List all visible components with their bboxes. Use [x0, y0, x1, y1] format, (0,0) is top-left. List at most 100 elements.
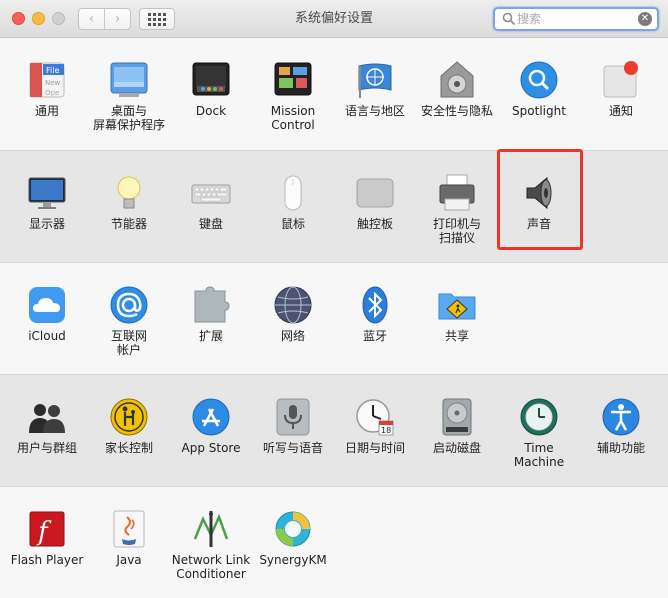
pref-security-privacy-label: 安全性与隐私 — [420, 104, 493, 118]
keyboard-icon — [191, 184, 231, 204]
back-button[interactable]: ‹ — [79, 9, 104, 29]
pref-dock[interactable]: Dock — [170, 50, 252, 140]
mission-control-icon — [274, 62, 312, 96]
pref-flash-player-label: Flash Player — [10, 553, 84, 567]
printers-scanners-icon — [439, 174, 475, 211]
pref-extensions-label: 扩展 — [198, 329, 223, 343]
users-groups-icon — [29, 404, 65, 433]
time-machine-icon — [520, 398, 558, 436]
pref-startup-disk[interactable]: 启动磁盘 — [416, 387, 498, 477]
toolbar: ‹ › 系统偏好设置 ✕ — [0, 0, 668, 38]
pref-energy-saver[interactable]: 节能器 — [88, 163, 170, 253]
pref-accessibility[interactable]: 辅助功能 — [580, 387, 662, 477]
security-privacy-icon — [440, 61, 474, 98]
pref-notifications[interactable]: 通知 — [580, 50, 662, 140]
chevron-left-icon: ‹ — [88, 11, 95, 27]
pref-time-machine[interactable]: Time Machine — [498, 387, 580, 477]
pref-synergykm[interactable]: SynergyKM — [252, 499, 334, 589]
flash-player-icon: f — [29, 511, 65, 547]
pref-mission-control[interactable]: Mission Control — [252, 50, 334, 140]
pref-trackpad[interactable]: 触控板 — [334, 163, 416, 253]
accessibility-icon — [602, 398, 640, 436]
pref-icloud[interactable]: iCloud — [6, 275, 88, 365]
pref-users-groups[interactable]: 用户与群组 — [6, 387, 88, 477]
spotlight-icon — [520, 61, 558, 99]
search-input[interactable] — [517, 10, 635, 28]
pref-java-label: Java — [116, 553, 142, 567]
search-field[interactable]: ✕ — [493, 7, 659, 31]
date-time-icon: 18 — [356, 399, 394, 436]
minimize-window-button[interactable] — [32, 12, 45, 25]
pref-security-privacy[interactable]: 安全性与隐私 — [416, 50, 498, 140]
trackpad-icon — [356, 178, 394, 208]
synergykm-icon — [275, 511, 311, 547]
desktop-screensaver-icon — [110, 62, 148, 97]
clear-search-button[interactable]: ✕ — [638, 12, 652, 26]
pref-parental-controls[interactable]: 家长控制 — [88, 387, 170, 477]
pref-internet-accounts-label: 互联网 帐户 — [110, 329, 147, 357]
pref-energy-saver-label: 节能器 — [110, 217, 147, 231]
forward-button[interactable]: › — [104, 9, 130, 29]
pref-mission-control-label: Mission Control — [270, 104, 316, 132]
pref-flash-player[interactable]: f Flash Player — [6, 499, 88, 589]
pref-bluetooth[interactable]: 蓝牙 — [334, 275, 416, 365]
pref-keyboard[interactable]: 键盘 — [170, 163, 252, 253]
grid-icon — [148, 12, 166, 26]
section-internet: iCloud 互联网 帐户 扩展 网络 蓝牙 共享 — [0, 263, 668, 375]
displays-icon — [28, 177, 66, 209]
pref-spotlight-label: Spotlight — [512, 104, 566, 118]
pref-displays-label: 显示器 — [28, 217, 65, 231]
extensions-icon — [194, 286, 230, 323]
pref-dictation-speech[interactable]: 听写与语音 — [252, 387, 334, 477]
java-icon — [113, 510, 145, 548]
pref-general[interactable]: File New Ope 通用 — [6, 50, 88, 140]
pref-mouse[interactable]: 鼠标 — [252, 163, 334, 253]
general-icon: File New Ope — [29, 62, 65, 98]
pref-network-link-conditioner[interactable]: Network Link Conditioner — [170, 499, 252, 589]
pref-displays[interactable]: 显示器 — [6, 163, 88, 253]
general-open-text: Ope — [45, 89, 59, 97]
pref-date-time[interactable]: 18 日期与时间 — [334, 387, 416, 477]
pref-printers-scanners[interactable]: 打印机与 扫描仪 — [416, 163, 498, 253]
zoom-window-button[interactable] — [52, 12, 65, 25]
pref-desktop-screensaver[interactable]: 桌面与 屏幕保护程序 — [88, 50, 170, 140]
pref-startup-disk-label: 启动磁盘 — [432, 441, 481, 455]
show-all-button[interactable] — [139, 8, 175, 30]
pref-internet-accounts[interactable]: 互联网 帐户 — [88, 275, 170, 365]
sound-highlight-box — [497, 149, 583, 250]
general-new-text: New — [45, 79, 61, 87]
pref-network-label: 网络 — [280, 329, 305, 343]
pref-desktop-screensaver-label: 桌面与 屏幕保护程序 — [92, 104, 165, 132]
pref-spotlight[interactable]: Spotlight — [498, 50, 580, 140]
pref-dictation-speech-label: 听写与语音 — [262, 441, 323, 455]
section-system: 用户与群组 家长控制 App Store 听写与语音 18 日期与时间 启动磁盘… — [0, 375, 668, 487]
pref-java[interactable]: Java — [88, 499, 170, 589]
pref-accessibility-label: 辅助功能 — [596, 441, 645, 455]
language-region-icon — [358, 63, 392, 98]
pref-mouse-label: 鼠标 — [280, 217, 305, 231]
pref-app-store-label: App Store — [181, 441, 241, 455]
app-store-icon — [192, 398, 230, 436]
dictation-speech-icon — [276, 398, 310, 436]
general-file-text: File — [46, 66, 59, 75]
pref-extensions[interactable]: 扩展 — [170, 275, 252, 365]
pref-time-machine-label: Time Machine — [513, 441, 565, 469]
pref-dock-label: Dock — [195, 104, 227, 118]
section-personal: File New Ope 通用 桌面与 屏幕保护程序 Dock Mission … — [0, 38, 668, 151]
section-other: f Flash Player Java Network Link Conditi… — [0, 487, 668, 598]
pref-app-store[interactable]: App Store — [170, 387, 252, 477]
chevron-right-icon: › — [114, 11, 121, 27]
pref-sharing[interactable]: 共享 — [416, 275, 498, 365]
pref-keyboard-label: 键盘 — [198, 217, 223, 231]
internet-accounts-icon — [110, 286, 148, 324]
bluetooth-icon — [362, 286, 388, 324]
icloud-icon — [29, 287, 65, 323]
pref-network[interactable]: 网络 — [252, 275, 334, 365]
calendar-day-text: 18 — [381, 426, 391, 435]
navigation-buttons: ‹ › — [78, 8, 131, 30]
pref-language-region[interactable]: 语言与地区 — [334, 50, 416, 140]
pref-general-label: 通用 — [34, 104, 59, 118]
close-window-button[interactable] — [12, 12, 25, 25]
pref-language-region-label: 语言与地区 — [344, 104, 405, 118]
system-preferences-window: ‹ › 系统偏好设置 ✕ File New — [0, 0, 668, 598]
